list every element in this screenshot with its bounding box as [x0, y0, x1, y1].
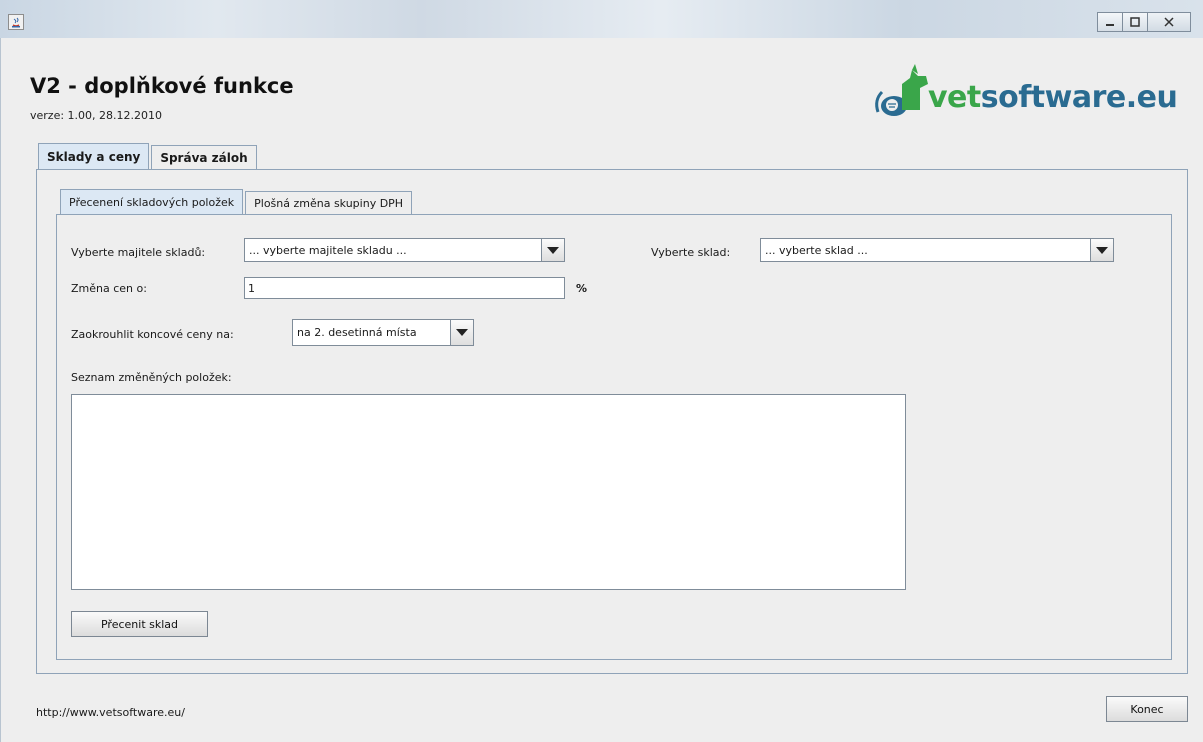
title-bar[interactable] — [0, 0, 1203, 39]
page-title: V2 - doplňkové funkce — [30, 74, 294, 98]
logo-text-vet: vet — [928, 80, 981, 115]
tab-sklady-a-ceny[interactable]: Sklady a ceny — [38, 143, 150, 169]
window-controls — [1097, 12, 1191, 32]
rounding-select[interactable]: na 2. desetinná místa — [292, 319, 474, 346]
tab-zmena-dph[interactable]: Plošná změna skupiny DPH — [245, 191, 413, 214]
rounding-select-value: na 2. desetinná místa — [297, 326, 417, 339]
chevron-down-icon[interactable] — [541, 239, 564, 261]
warehouse-label: Vyberte sklad: — [651, 246, 731, 259]
logo-text: vetsoftware.eu — [928, 80, 1178, 115]
changed-items-label: Seznam změněných položek: — [71, 371, 232, 384]
website-link[interactable]: http://www.vetsoftware.eu/ — [36, 706, 185, 719]
close-icon[interactable] — [1147, 12, 1191, 32]
warehouse-select[interactable]: ... vyberte sklad ... — [760, 238, 1114, 262]
reprice-button[interactable]: Přecenit sklad — [71, 611, 208, 637]
close-button[interactable]: Konec — [1106, 696, 1188, 722]
tab-sprava-zaloh[interactable]: Správa záloh — [151, 145, 257, 169]
price-change-label: Změna cen o: — [71, 282, 147, 295]
main-tabs: Sklady a ceny Správa záloh — [38, 143, 259, 169]
version-text: verze: 1.00, 28.12.2010 — [30, 109, 163, 122]
price-change-input[interactable]: 1 — [244, 277, 565, 299]
chevron-down-icon[interactable] — [450, 320, 473, 345]
logo-text-rest: software.eu — [980, 80, 1178, 115]
maximize-icon[interactable] — [1122, 12, 1148, 32]
cat-dog-logo-icon — [875, 64, 928, 116]
chevron-down-icon[interactable] — [1090, 239, 1113, 261]
changed-items-list[interactable] — [71, 394, 906, 590]
sub-tabs: Přecenení skladových položek Plošná změn… — [60, 189, 414, 214]
java-app-icon — [8, 14, 24, 30]
warehouse-select-value: ... vyberte sklad ... — [765, 243, 868, 257]
percent-label: % — [576, 282, 588, 295]
app-window: V2 - doplňkové funkce verze: 1.00, 28.12… — [0, 0, 1203, 742]
tab-preceneni[interactable]: Přecenení skladových položek — [60, 189, 244, 214]
owner-select[interactable]: ... vyberte majitele skladu ... — [244, 238, 565, 262]
minimize-icon[interactable] — [1097, 12, 1123, 32]
rounding-label: Zaokrouhlit koncové ceny na: — [71, 328, 234, 341]
owner-select-value: ... vyberte majitele skladu ... — [249, 243, 407, 257]
vetsoftware-logo: vetsoftware.eu — [872, 62, 1192, 120]
owner-label: Vyberte majitele skladů: — [71, 246, 206, 259]
